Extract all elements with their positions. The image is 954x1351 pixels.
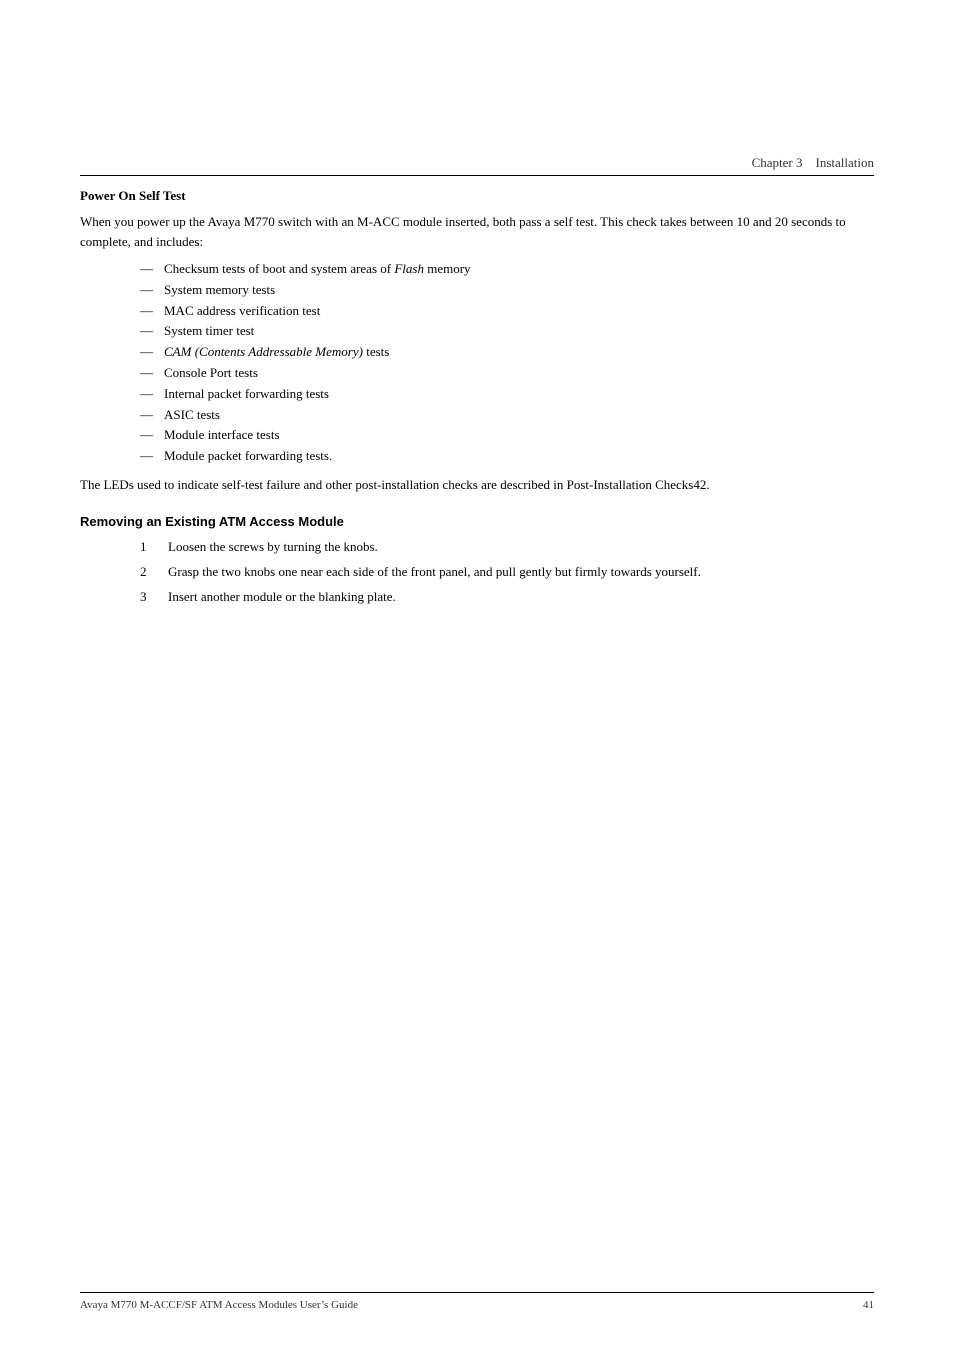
- bullet-text: Internal packet forwarding tests: [164, 384, 874, 405]
- list-item: — ASIC tests: [140, 405, 874, 426]
- bullet-dash: —: [140, 280, 160, 301]
- numbered-item: 1 Loosen the screws by turning the knobs…: [140, 537, 874, 558]
- numbered-item: 3 Insert another module or the blanking …: [140, 587, 874, 608]
- bullet-text: System memory tests: [164, 280, 874, 301]
- bullet-text: ASIC tests: [164, 405, 874, 426]
- bullet-text: CAM (Contents Addressable Memory) tests: [164, 342, 874, 363]
- header-spacer: [803, 155, 816, 171]
- bullet-dash: —: [140, 425, 160, 446]
- bullet-dash: —: [140, 321, 160, 342]
- step-number: 1: [140, 537, 160, 558]
- step-text: Insert another module or the blanking pl…: [168, 587, 874, 608]
- page: Chapter 3 Installation Power On Self Tes…: [0, 0, 954, 1351]
- content-area: Power On Self Test When you power up the…: [80, 188, 874, 616]
- bullet-text: Module interface tests: [164, 425, 874, 446]
- numbered-list: 1 Loosen the screws by turning the knobs…: [140, 537, 874, 607]
- list-item: — MAC address verification test: [140, 301, 874, 322]
- bullet-text: Console Port tests: [164, 363, 874, 384]
- list-item: — System timer test: [140, 321, 874, 342]
- section-label: Installation: [816, 155, 875, 171]
- list-item: — Module interface tests: [140, 425, 874, 446]
- bullet-text: System timer test: [164, 321, 874, 342]
- bullet-dash: —: [140, 405, 160, 426]
- numbered-item: 2 Grasp the two knobs one near each side…: [140, 562, 874, 583]
- chapter-label: Chapter 3: [752, 155, 803, 171]
- bullet-list: — Checksum tests of boot and system area…: [140, 259, 874, 467]
- flash-italic: Flash: [394, 261, 424, 276]
- list-item: — Checksum tests of boot and system area…: [140, 259, 874, 280]
- bullet-text: Checksum tests of boot and system areas …: [164, 259, 874, 280]
- step-number: 3: [140, 587, 160, 608]
- cam-italic: CAM (Contents Addressable Memory): [164, 344, 363, 359]
- page-header: Chapter 3 Installation: [0, 155, 954, 171]
- bullet-dash: —: [140, 259, 160, 280]
- bullet-dash: —: [140, 384, 160, 405]
- bullet-dash: —: [140, 363, 160, 384]
- bullet-text: MAC address verification test: [164, 301, 874, 322]
- list-item: — Internal packet forwarding tests: [140, 384, 874, 405]
- footer-left-text: Avaya M770 M-ACCF/SF ATM Access Modules …: [80, 1299, 358, 1311]
- power-on-self-test-section: Power On Self Test When you power up the…: [80, 188, 874, 494]
- bullet-dash: —: [140, 342, 160, 363]
- page-footer: Avaya M770 M-ACCF/SF ATM Access Modules …: [80, 1292, 874, 1311]
- step-text: Loosen the screws by turning the knobs.: [168, 537, 874, 558]
- bullet-text: Module packet forwarding tests.: [164, 446, 874, 467]
- page-number: 41: [863, 1299, 874, 1311]
- bullet-dash: —: [140, 301, 160, 322]
- header-rule: [80, 175, 874, 176]
- step-text: Grasp the two knobs one near each side o…: [168, 562, 874, 583]
- list-item: — CAM (Contents Addressable Memory) test…: [140, 342, 874, 363]
- bullet-dash: —: [140, 446, 160, 467]
- leds-closing-text: The LEDs used to indicate self-test fail…: [80, 475, 874, 495]
- removing-module-section: Removing an Existing ATM Access Module 1…: [80, 514, 874, 607]
- step-number: 2: [140, 562, 160, 583]
- list-item: — Module packet forwarding tests.: [140, 446, 874, 467]
- removing-module-heading: Removing an Existing ATM Access Module: [80, 514, 874, 529]
- list-item: — System memory tests: [140, 280, 874, 301]
- power-on-self-test-title: Power On Self Test: [80, 188, 874, 204]
- power-on-self-test-intro: When you power up the Avaya M770 switch …: [80, 212, 874, 251]
- list-item: — Console Port tests: [140, 363, 874, 384]
